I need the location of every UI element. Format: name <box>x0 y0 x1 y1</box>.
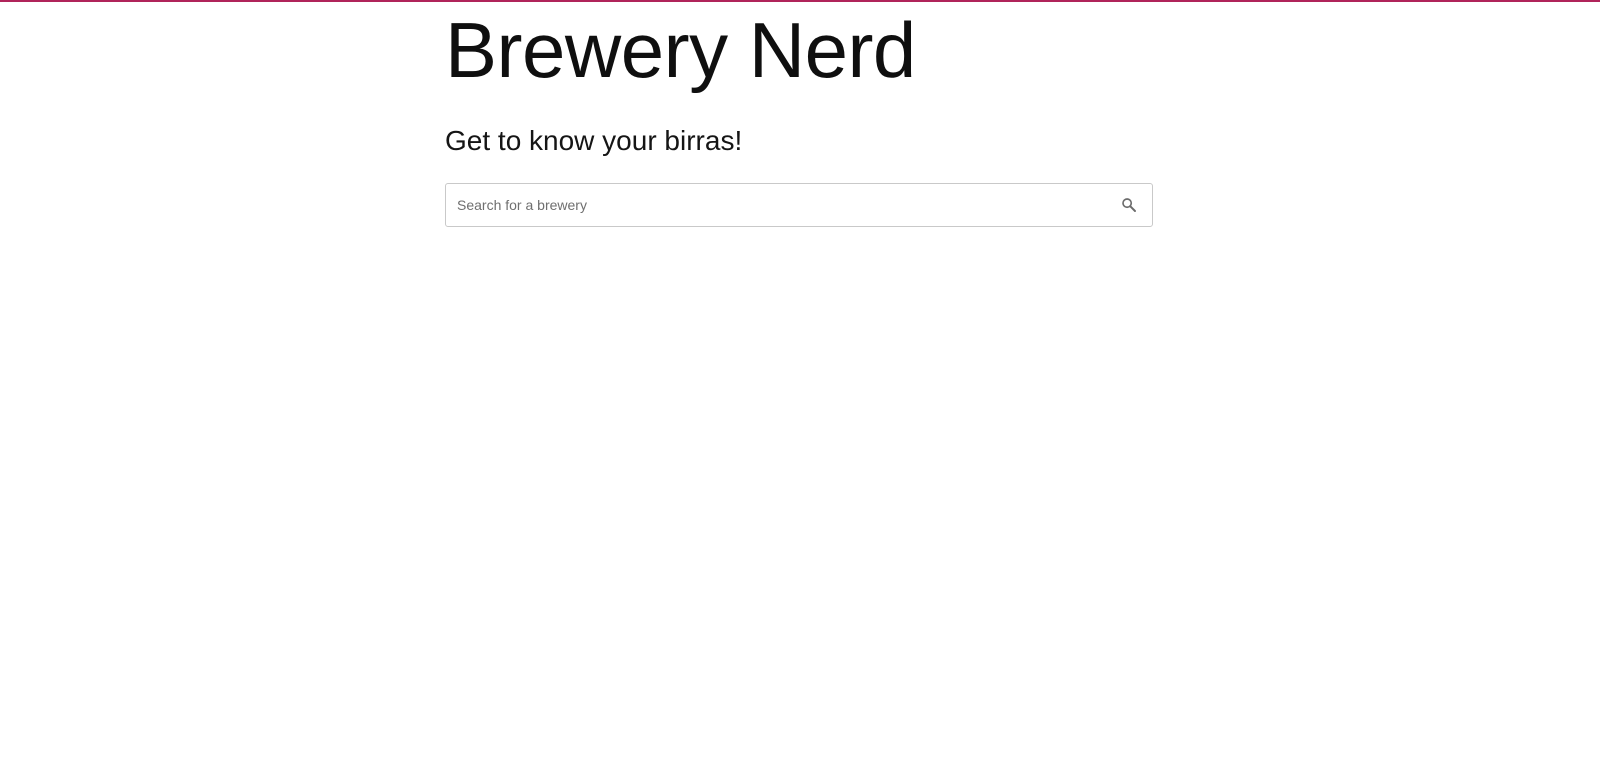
page-subtitle: Get to know your birras! <box>445 125 743 156</box>
top-accent-bar <box>0 0 1600 2</box>
search-input[interactable] <box>446 184 1107 226</box>
page-title: Brewery Nerd <box>445 6 916 94</box>
search-box <box>445 183 1153 227</box>
search-button[interactable] <box>1107 184 1151 226</box>
search-icon <box>1120 196 1138 214</box>
